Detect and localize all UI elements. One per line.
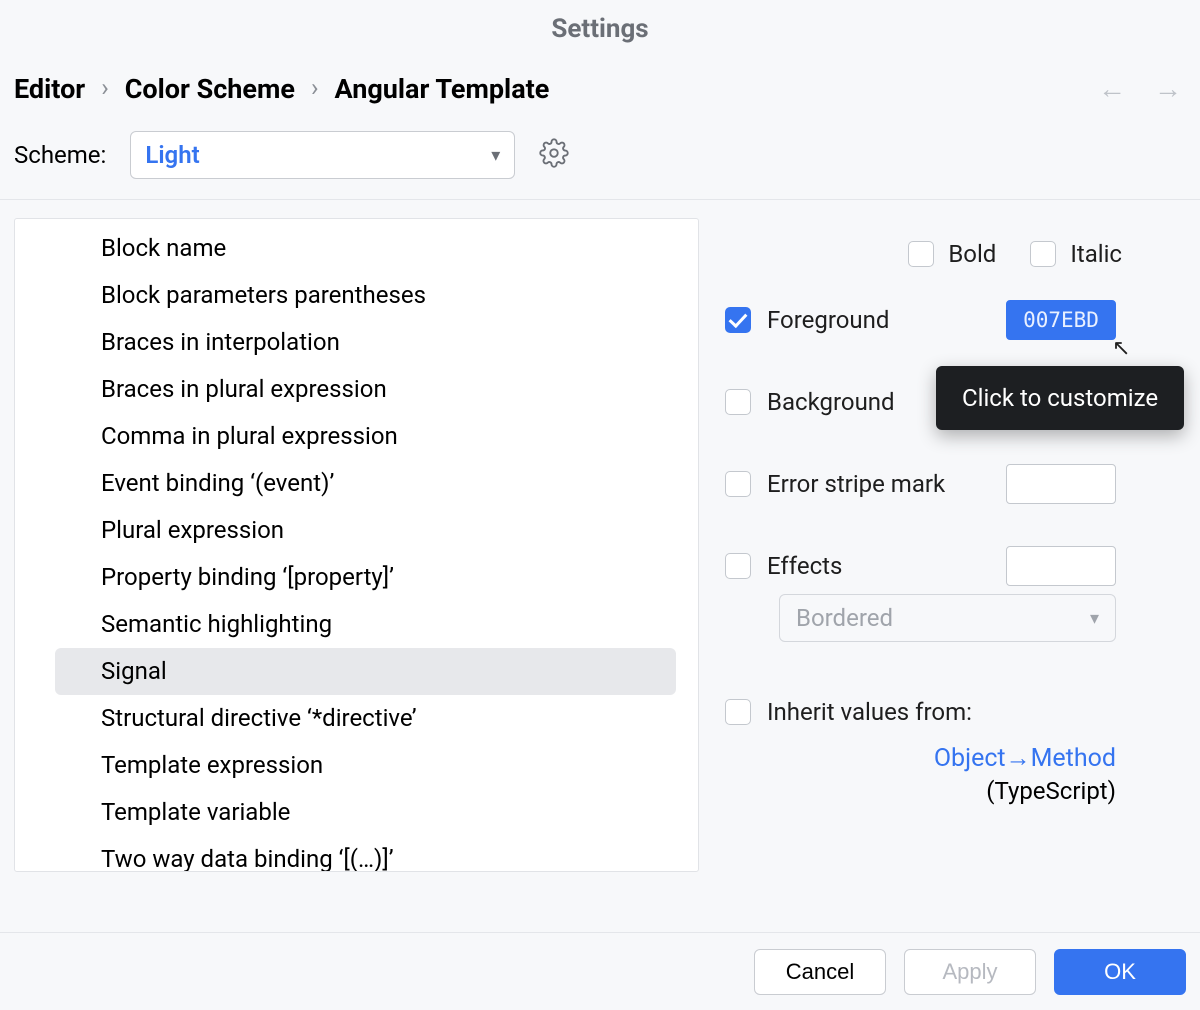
bold-label: Bold [948, 240, 996, 268]
attribute-item[interactable]: Comma in plural expression [15, 413, 698, 460]
attribute-item[interactable]: Signal [55, 648, 676, 695]
breadcrumb: Editor › Color Scheme › Angular Template [14, 73, 549, 105]
foreground-checkbox[interactable] [725, 307, 751, 333]
attribute-item[interactable]: Event binding ‘(event)’ [15, 460, 698, 507]
inherit-source-link[interactable]: Object→Method [725, 744, 1116, 773]
attribute-item[interactable]: Property binding ‘[property]’ [15, 554, 698, 601]
gear-icon[interactable] [539, 138, 569, 172]
attribute-item[interactable]: Braces in interpolation [15, 319, 698, 366]
attribute-item[interactable]: Block name [15, 225, 698, 272]
italic-checkbox[interactable] [1030, 241, 1056, 267]
chevron-right-icon: › [311, 74, 319, 103]
dialog-title: Settings [0, 0, 1200, 72]
chevron-down-icon: ▾ [491, 145, 500, 166]
attribute-item[interactable]: Template expression [15, 742, 698, 789]
attribute-item[interactable]: Braces in plural expression [15, 366, 698, 413]
errorstripe-checkbox[interactable] [725, 471, 751, 497]
errorstripe-color-swatch[interactable] [1006, 464, 1116, 504]
breadcrumb-editor[interactable]: Editor [14, 73, 85, 105]
attribute-item[interactable]: Semantic highlighting [15, 601, 698, 648]
attribute-item[interactable]: Plural expression [15, 507, 698, 554]
effects-type-dropdown[interactable]: Bordered ▾ [779, 594, 1116, 642]
breadcrumb-angular: Angular Template [335, 73, 550, 105]
ok-button[interactable]: OK [1054, 949, 1186, 995]
inherit-checkbox[interactable] [725, 699, 751, 725]
chevron-down-icon: ▾ [1090, 608, 1099, 629]
forward-arrow-icon[interactable]: → [1154, 72, 1182, 105]
italic-option[interactable]: Italic [1030, 240, 1122, 268]
inherit-source-lang: (TypeScript) [725, 777, 1116, 805]
background-label: Background [767, 388, 895, 416]
attribute-item[interactable]: Structural directive ‘*directive’ [15, 695, 698, 742]
breadcrumb-colorscheme[interactable]: Color Scheme [125, 73, 295, 105]
scheme-dropdown[interactable]: Light ▾ [130, 131, 515, 179]
bold-checkbox[interactable] [908, 241, 934, 267]
attribute-item[interactable]: Two way data binding ‘[(…)]’ [15, 836, 698, 872]
foreground-color-swatch[interactable]: 007EBD [1006, 300, 1116, 340]
attribute-item[interactable]: Block parameters parentheses [15, 272, 698, 319]
scheme-value: Light [145, 141, 199, 169]
chevron-right-icon: › [101, 74, 109, 103]
inherit-label: Inherit values from: [767, 698, 972, 726]
bold-option[interactable]: Bold [908, 240, 996, 268]
attribute-list[interactable]: Block nameBlock parameters parenthesesBr… [14, 218, 699, 872]
scheme-label: Scheme: [14, 141, 106, 169]
italic-label: Italic [1070, 240, 1122, 268]
back-arrow-icon[interactable]: ← [1098, 72, 1126, 105]
effects-label: Effects [767, 552, 842, 580]
apply-button[interactable]: Apply [904, 949, 1036, 995]
effects-checkbox[interactable] [725, 553, 751, 579]
background-checkbox[interactable] [725, 389, 751, 415]
effects-type-value: Bordered [796, 604, 893, 632]
cancel-button[interactable]: Cancel [754, 949, 886, 995]
errorstripe-label: Error stripe mark [767, 470, 945, 498]
foreground-label: Foreground [767, 306, 889, 334]
tooltip: Click to customize [936, 366, 1184, 430]
effects-color-swatch[interactable] [1006, 546, 1116, 586]
attribute-item[interactable]: Template variable [15, 789, 698, 836]
